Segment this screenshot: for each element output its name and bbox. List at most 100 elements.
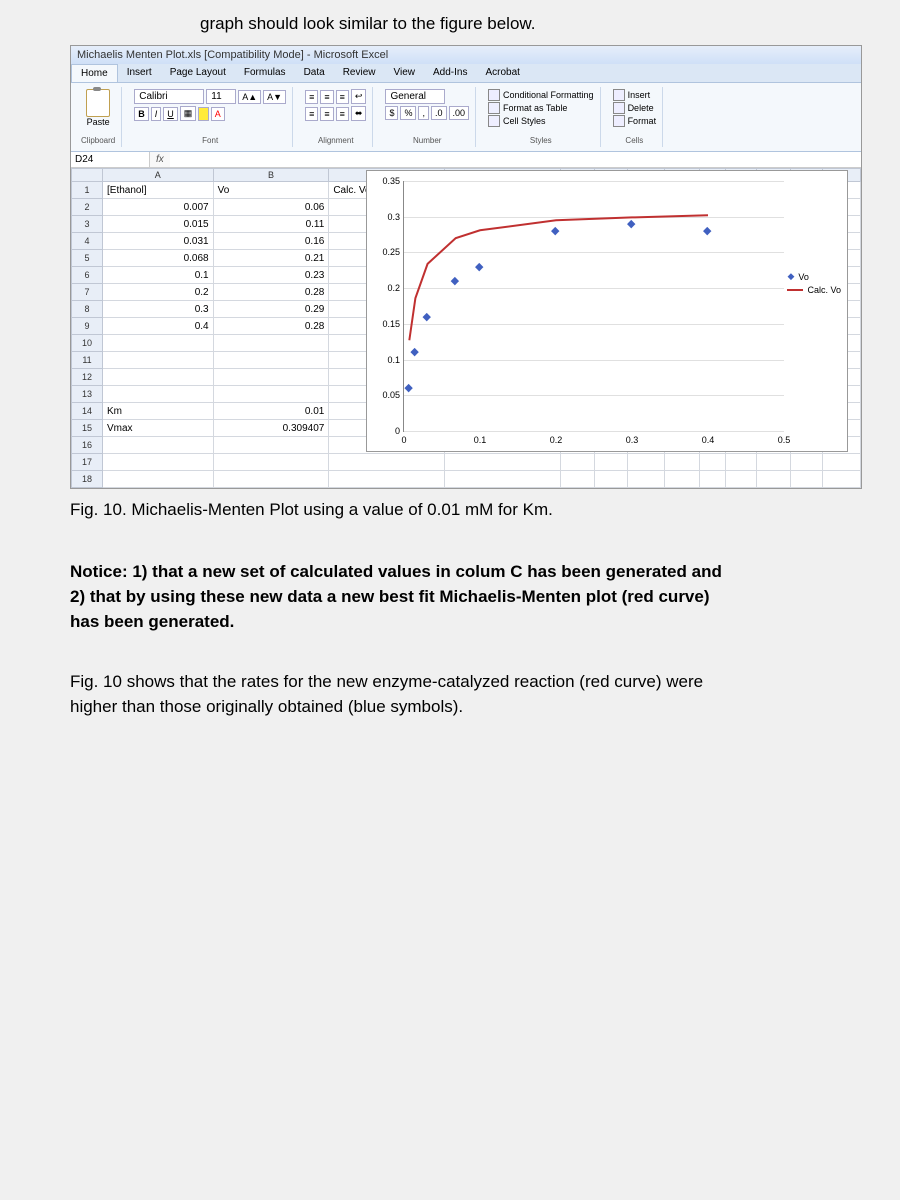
shrink-font-button[interactable]: A▼ [263,90,286,104]
tab-insert[interactable]: Insert [118,64,161,82]
wrap-text-button[interactable]: ↩ [351,89,367,104]
cell[interactable] [213,454,329,471]
row-header[interactable]: 13 [72,386,103,403]
currency-button[interactable]: $ [385,106,398,120]
tab-acrobat[interactable]: Acrobat [476,64,528,82]
cell[interactable] [726,454,757,471]
cell[interactable] [213,352,329,369]
cell[interactable]: 0.23 [213,267,329,284]
cell[interactable] [699,471,725,488]
cell[interactable] [103,352,214,369]
italic-button[interactable]: I [151,107,162,121]
cell[interactable] [445,471,561,488]
cell[interactable] [628,454,665,471]
font-color-button[interactable]: A [211,107,225,121]
cell-styles-button[interactable]: Cell Styles [488,115,594,127]
formula-bar[interactable] [170,152,861,167]
cell[interactable] [103,335,214,352]
cell[interactable] [791,471,823,488]
row-header[interactable]: 18 [72,471,103,488]
cell[interactable] [726,471,757,488]
cell[interactable]: Km [103,403,214,420]
paste-button[interactable]: Paste [86,89,110,127]
cell[interactable] [757,471,791,488]
cell[interactable] [664,454,699,471]
cell[interactable]: 0.2 [103,284,214,301]
align-top-button[interactable]: ≡ [305,90,318,104]
row-header[interactable]: 15 [72,420,103,437]
cell[interactable] [823,471,861,488]
cell[interactable]: 0.28 [213,318,329,335]
cell[interactable] [213,335,329,352]
grow-font-button[interactable]: A▲ [238,90,261,104]
row-header[interactable]: 6 [72,267,103,284]
cell[interactable]: 0.309407 [213,420,329,437]
cell[interactable]: [Ethanol] [103,182,214,199]
cell[interactable]: 0.28 [213,284,329,301]
cell[interactable]: 0.3 [103,301,214,318]
cell[interactable]: 0.29 [213,301,329,318]
font-size-select[interactable]: 11 [206,89,236,104]
comma-button[interactable]: , [418,106,429,120]
cell[interactable]: 0.068 [103,250,214,267]
row-header[interactable]: 14 [72,403,103,420]
cell[interactable]: 0.21 [213,250,329,267]
cell[interactable]: 0.06 [213,199,329,216]
tab-home[interactable]: Home [71,64,118,82]
align-right-button[interactable]: ≡ [336,107,349,121]
cell[interactable]: 0.1 [103,267,214,284]
row-header[interactable]: 11 [72,352,103,369]
cell[interactable] [757,454,791,471]
embedded-chart[interactable]: 00.050.10.150.20.250.30.3500.10.20.30.40… [366,170,848,452]
inc-decimal-button[interactable]: .0 [431,106,447,120]
cell[interactable] [445,454,561,471]
cell[interactable]: Vmax [103,420,214,437]
delete-cells-button[interactable]: Delete [613,102,657,114]
row-header[interactable]: 2 [72,199,103,216]
percent-button[interactable]: % [400,106,416,120]
cell[interactable]: 0.11 [213,216,329,233]
tab-data[interactable]: Data [295,64,334,82]
tab-view[interactable]: View [384,64,424,82]
tab-addins[interactable]: Add-Ins [424,64,476,82]
row-header[interactable]: 1 [72,182,103,199]
cell[interactable] [560,471,594,488]
align-mid-button[interactable]: ≡ [320,90,333,104]
align-bot-button[interactable]: ≡ [336,90,349,104]
align-left-button[interactable]: ≡ [305,107,318,121]
row-header[interactable]: 16 [72,437,103,454]
row-header[interactable]: 9 [72,318,103,335]
format-as-table-button[interactable]: Format as Table [488,102,594,114]
cell[interactable] [595,471,628,488]
fill-color-button[interactable] [198,107,209,121]
tab-review[interactable]: Review [334,64,385,82]
tab-formulas[interactable]: Formulas [235,64,295,82]
cell[interactable] [103,471,214,488]
col-header-B[interactable]: B [213,169,329,182]
font-name-select[interactable]: Calibri [134,89,204,104]
cell[interactable]: 0.16 [213,233,329,250]
fx-icon[interactable]: fx [150,152,170,167]
row-header[interactable]: 12 [72,369,103,386]
cell[interactable] [699,454,725,471]
cell[interactable] [823,454,861,471]
tab-page-layout[interactable]: Page Layout [161,64,235,82]
cell[interactable]: 0.4 [103,318,214,335]
merge-button[interactable]: ⬌ [351,106,367,121]
cell[interactable]: 0.007 [103,199,214,216]
row-header[interactable]: 8 [72,301,103,318]
cell[interactable] [213,386,329,403]
cell[interactable] [329,454,445,471]
row-header[interactable]: 3 [72,216,103,233]
cell[interactable] [103,437,214,454]
format-cells-button[interactable]: Format [613,115,657,127]
cell[interactable]: 0.031 [103,233,214,250]
row-header[interactable]: 5 [72,250,103,267]
insert-cells-button[interactable]: Insert [613,89,657,101]
cell[interactable] [213,471,329,488]
col-header-A[interactable]: A [103,169,214,182]
cell[interactable] [213,369,329,386]
row-header[interactable]: 4 [72,233,103,250]
underline-button[interactable]: U [163,107,178,121]
cell[interactable]: 0.015 [103,216,214,233]
